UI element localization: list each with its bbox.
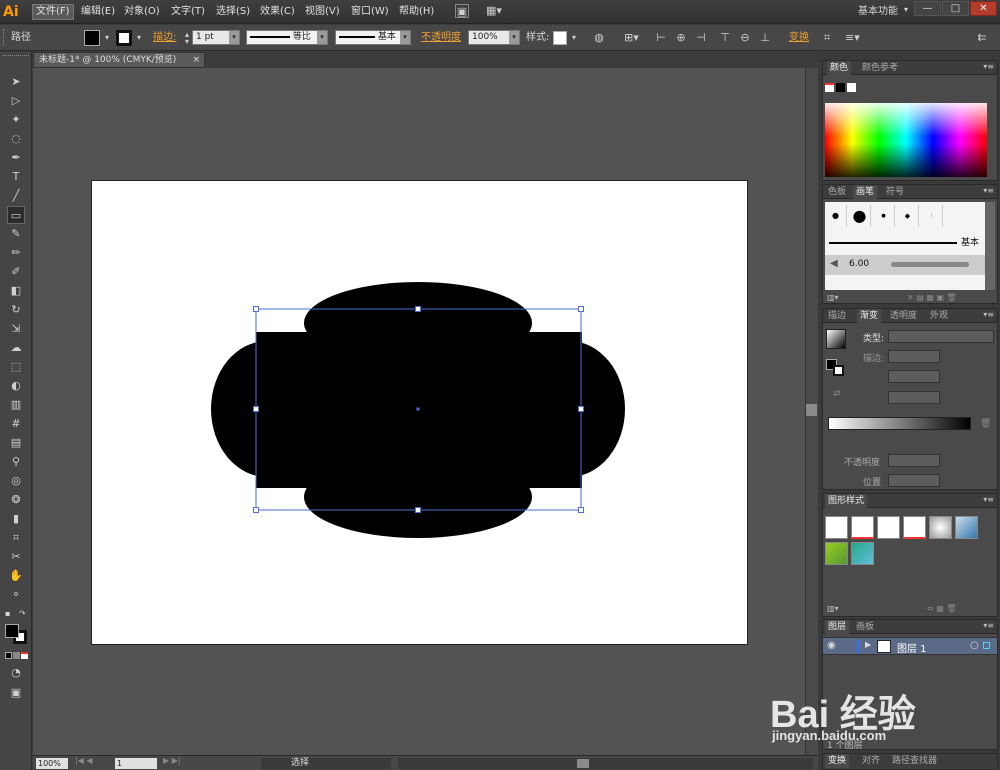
brush-calligraphic[interactable]: ◆ <box>897 205 919 227</box>
status-bar: 100% |◀ ◀ 1 ▶ ▶| 选择 <box>33 755 818 770</box>
layer-name[interactable]: 图层 1 <box>897 640 927 655</box>
center-point-marker <box>416 407 420 411</box>
zoom-value: 100% <box>38 759 61 768</box>
tab-artboards[interactable]: 画板 <box>853 620 877 634</box>
white-color-icon[interactable] <box>847 83 856 92</box>
basic-brush-line[interactable] <box>829 242 957 244</box>
panel-menu-icon[interactable]: ▾≡ <box>983 62 994 71</box>
tab-graphic-styles[interactable]: 图形样式 <box>825 494 868 508</box>
layer-row[interactable]: ◉ ▶ 图层 1 ○ <box>823 637 997 655</box>
opacity-field[interactable] <box>888 454 940 467</box>
art-brush-row[interactable]: ◀ 6.00 <box>825 255 985 275</box>
style-green-pattern[interactable] <box>825 542 848 565</box>
style-default-rgb[interactable] <box>877 516 900 539</box>
layer-color-marker <box>857 640 860 653</box>
style-no-stroke[interactable] <box>903 516 926 539</box>
gradient-slider[interactable] <box>828 417 971 430</box>
brush-dot-large[interactable]: ● <box>849 205 871 227</box>
black-color-icon[interactable] <box>836 83 845 92</box>
target-icon[interactable]: ○ <box>970 640 979 651</box>
tab-symbols[interactable]: 符号 <box>883 185 907 199</box>
brush-actions-icon[interactable]: ✕ ▤ ▦ ▣ 🗑 <box>907 293 957 302</box>
panel-menu-icon[interactable]: ▾≡ <box>983 310 994 319</box>
stroke-type-buttons[interactable] <box>888 350 940 363</box>
brush-size-value: 6.00 <box>849 259 870 269</box>
artboard-number-field[interactable]: 1 <box>115 758 157 769</box>
gradient-panel: 描边 渐变 透明度 外观 ▾≡ 类型: 描边: ⇄ 🗑 不透明度 位置 <box>822 308 998 490</box>
expand-layer-icon[interactable]: ▶ <box>865 640 871 649</box>
panel-menu-icon[interactable]: ▾≡ <box>983 621 994 630</box>
zoom-dropdown[interactable]: 100% <box>36 758 68 769</box>
tab-transparency[interactable]: 透明度 <box>887 309 920 323</box>
tab-layers[interactable]: 图层 <box>825 620 850 634</box>
reverse-gradient-icon[interactable]: ⇄ <box>833 389 841 399</box>
color-panel: 颜色 颜色参考 ▾≡ <box>822 60 998 181</box>
panel-menu-icon[interactable]: ▾≡ <box>983 495 994 504</box>
tab-stroke[interactable]: 描边 <box>825 309 849 323</box>
tab-appearance[interactable]: 外观 <box>927 309 951 323</box>
baidu-watermark-url: jingyan.baidu.com <box>772 728 887 743</box>
stroke-color-swatch[interactable] <box>833 365 844 376</box>
layer-thumbnail <box>877 640 891 653</box>
basic-brush-label: 基本 <box>961 238 980 248</box>
brush-list: ● ● ● ◆ | 基本 ◀ 6.00 <box>825 202 985 290</box>
tab-pathfinder[interactable]: 路径查找器 <box>889 754 940 768</box>
location-field[interactable] <box>888 474 940 487</box>
horizontal-scrollbar[interactable] <box>398 758 813 769</box>
status-readout[interactable]: 选择 <box>261 758 391 769</box>
tab-align[interactable]: 对齐 <box>859 754 883 768</box>
style-default[interactable] <box>825 516 848 539</box>
gradient-preview[interactable] <box>826 329 846 349</box>
artboard-nav-first-icon[interactable]: |◀ ◀ <box>75 756 93 765</box>
chalk-stroke-preview <box>891 262 969 267</box>
color-spectrum[interactable] <box>825 103 987 177</box>
brush-faint[interactable]: | <box>921 205 943 227</box>
tab-color-guide[interactable]: 颜色参考 <box>859 61 901 75</box>
tab-brushes[interactable]: 画笔 <box>853 185 878 199</box>
location-label: 位置 <box>863 478 882 488</box>
bottom-panel-tabs: 变换 对齐 路径查找器 <box>822 753 998 770</box>
tab-swatches[interactable]: 色板 <box>825 185 849 199</box>
brush-dot-tiny[interactable]: ● <box>873 205 895 227</box>
brush-dot-small[interactable]: ● <box>825 205 847 227</box>
opacity-label: 不透明度 <box>844 458 881 468</box>
gradient-type-dropdown[interactable] <box>888 330 994 343</box>
vertical-scroll-thumb[interactable] <box>806 404 817 416</box>
brush-library-icon[interactable]: ▥▾ <box>827 293 839 302</box>
aspect-ratio-field[interactable] <box>888 391 940 404</box>
style-library-icon[interactable]: ▥▾ <box>827 604 839 613</box>
graphic-styles-panel: 图形样式 ▾≡ ▥▾ ⇔ ▦ 🗑 <box>822 493 998 617</box>
style-round-corners[interactable] <box>955 516 978 539</box>
visibility-eye-icon[interactable]: ◉ <box>827 640 836 651</box>
style-actions-icon[interactable]: ⇔ ▦ 🗑 <box>927 604 957 613</box>
stroke-label: 描边: <box>863 354 885 364</box>
speaker-icon: ◀ <box>830 258 838 269</box>
artboard-number-value: 1 <box>117 759 123 768</box>
none-color-icon[interactable] <box>825 83 834 92</box>
artboard-nav-last-icon[interactable]: ▶ ▶| <box>163 756 181 765</box>
tab-color[interactable]: 颜色 <box>827 61 852 75</box>
angle-field[interactable] <box>888 370 940 383</box>
horizontal-scroll-thumb[interactable] <box>577 759 589 768</box>
brush-list-scrollbar[interactable] <box>985 202 995 290</box>
style-teal-pattern[interactable] <box>851 542 874 565</box>
tab-gradient[interactable]: 渐变 <box>857 309 882 323</box>
tab-transform[interactable]: 变换 <box>825 754 850 768</box>
panel-menu-icon[interactable]: ▾≡ <box>983 186 994 195</box>
gradient-type-label: 类型: <box>863 334 885 344</box>
brushes-panel: 色板 画笔 符号 ▾≡ ● ● ● ◆ | 基本 ◀ 6.00 ▥▾ ✕ ▤ ▦… <box>822 184 998 304</box>
selection-indicator[interactable] <box>983 642 990 649</box>
style-drop-shadow[interactable] <box>929 516 952 539</box>
style-default-cmyk[interactable] <box>851 516 874 539</box>
delete-stop-icon[interactable]: 🗑 <box>980 419 991 429</box>
